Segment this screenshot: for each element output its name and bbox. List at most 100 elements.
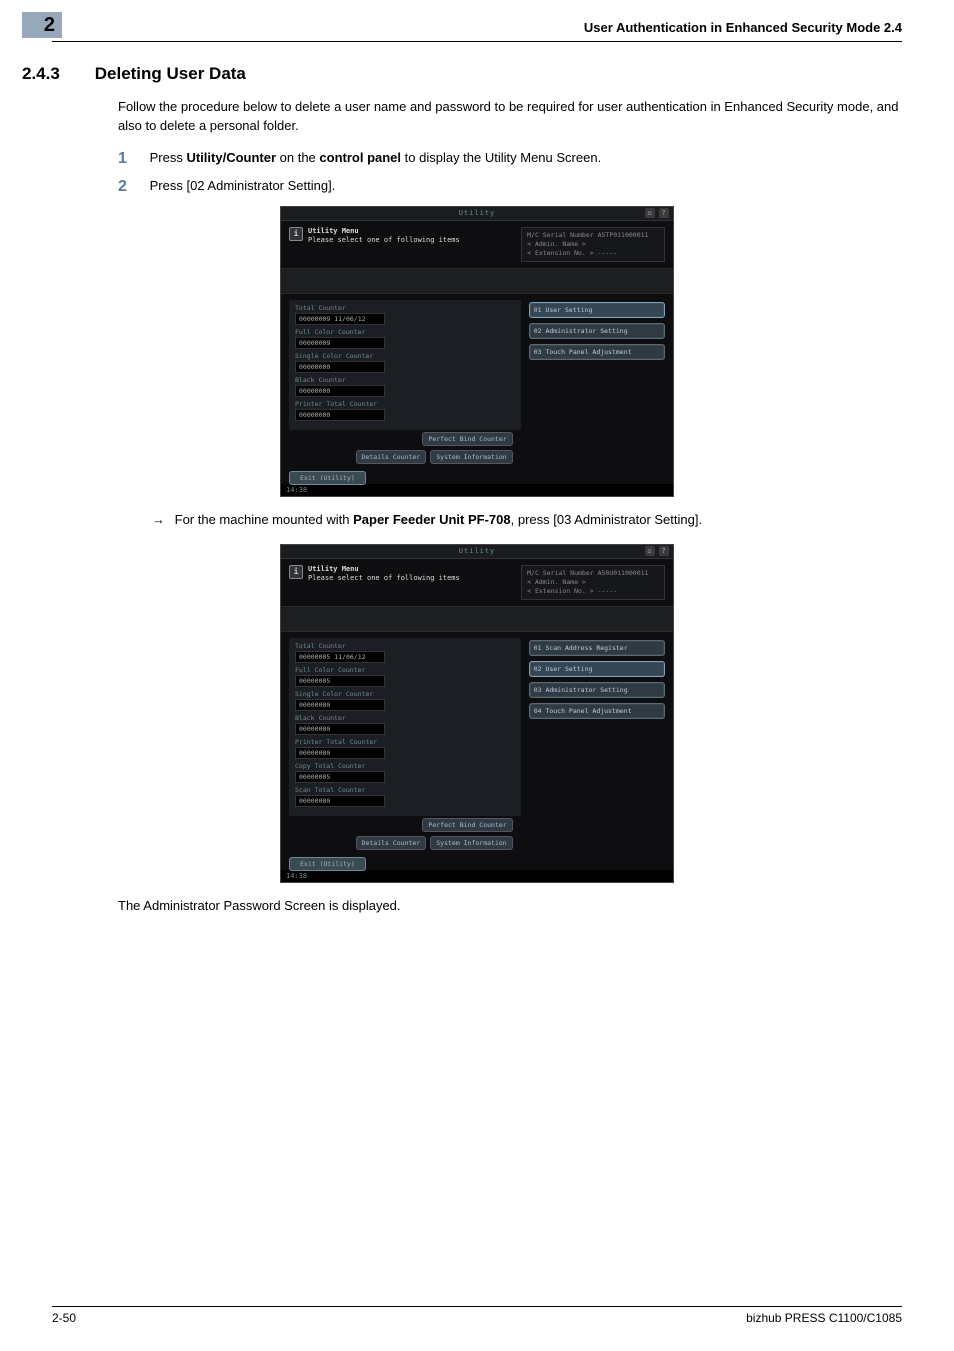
- step1-mid: on the: [276, 150, 319, 165]
- help-icon[interactable]: ⌂: [645, 546, 655, 556]
- exit-button[interactable]: Exit (Utility): [289, 857, 366, 871]
- counter-value: 00000000: [295, 723, 385, 735]
- step1-pre: Press: [150, 150, 187, 165]
- counter-value: 00000005: [295, 675, 385, 687]
- counter-item: Printer Total Counter 00000000: [295, 738, 515, 759]
- counter-label: Total Counter: [295, 642, 515, 650]
- counter-item: Full Color Counter 00000005: [295, 666, 515, 687]
- screen-head-line1: Utility Menu: [308, 227, 460, 236]
- counter-item: Printer Total Counter 00000000: [295, 400, 515, 421]
- step1-bold2: control panel: [319, 150, 401, 165]
- counter-value: 00000000: [295, 747, 385, 759]
- counter-value: 00000000: [295, 409, 385, 421]
- admin-name-line: < Admin. Name >: [527, 240, 659, 249]
- arrow-pre: For the machine mounted with: [175, 512, 353, 527]
- counter-panel: Total Counter 00000005 11/06/12 Full Col…: [289, 638, 521, 816]
- counter-value: 00000000: [295, 795, 385, 807]
- menu-button-panel: 01 User Setting 02 Administrator Setting 0…: [529, 300, 665, 466]
- menu-button[interactable]: 01 Scan Address Register: [529, 640, 665, 656]
- screen-titlebar: Utility ⌂ ?: [281, 545, 673, 559]
- counter-value: 00000005: [295, 771, 385, 783]
- counter-label: Black Counter: [295, 714, 515, 722]
- menu-button[interactable]: 02 Administrator Setting: [529, 323, 665, 339]
- screenshot-2: Utility ⌂ ? i Utility Menu Please select…: [52, 544, 902, 883]
- info-icon[interactable]: ?: [659, 208, 669, 218]
- chapter-number: 2: [22, 12, 62, 38]
- counter-value: 00000000: [295, 361, 385, 373]
- section-number: 2.4.3: [22, 64, 90, 84]
- screen-head-line1: Utility Menu: [308, 565, 460, 574]
- counter-label: Black Counter: [295, 376, 515, 384]
- counter-label: Copy Total Counter: [295, 762, 515, 770]
- arrow-note: → For the machine mounted with Paper Fee…: [152, 511, 902, 530]
- screen-title: Utility: [459, 209, 496, 217]
- exit-button[interactable]: Exit (Utility): [289, 471, 366, 485]
- screen-title: Utility: [459, 547, 496, 555]
- extension-line: < Extension No. > -----: [527, 249, 659, 258]
- counter-value: 00000005 11/06/12: [295, 651, 385, 663]
- perfect-bind-button[interactable]: Perfect Bind Counter: [422, 432, 512, 446]
- menu-button[interactable]: 03 Touch Panel Adjustment: [529, 344, 665, 360]
- step1-post: to display the Utility Menu Screen.: [401, 150, 601, 165]
- arrow-bold: Paper Feeder Unit PF-708: [353, 512, 511, 527]
- section-title: Deleting User Data: [95, 64, 246, 84]
- info-icon[interactable]: ?: [659, 546, 669, 556]
- screen-head-line2: Please select one of following items: [308, 574, 460, 583]
- details-counter-button[interactable]: Details Counter: [356, 450, 427, 464]
- serial-line: M/C Serial Number A50U011000011: [527, 569, 659, 578]
- admin-name-line: < Admin. Name >: [527, 578, 659, 587]
- counter-item: Full Color Counter 00000009: [295, 328, 515, 349]
- step-1: 1 Press Utility/Counter on the control p…: [118, 150, 902, 168]
- menu-button[interactable]: 03 Administrator Setting: [529, 682, 665, 698]
- screen-info-panel: M/C Serial Number A50U011000011 < Admin.…: [521, 565, 665, 600]
- counter-item: Total Counter 00000005 11/06/12: [295, 642, 515, 663]
- system-info-button[interactable]: System Information: [430, 450, 512, 464]
- counter-label: Single Color Counter: [295, 352, 515, 360]
- perfect-bind-button[interactable]: Perfect Bind Counter: [422, 818, 512, 832]
- counter-item: Black Counter 00000000: [295, 714, 515, 735]
- counter-label: Full Color Counter: [295, 666, 515, 674]
- screen-head-line2: Please select one of following items: [308, 236, 460, 245]
- counter-label: Scan Total Counter: [295, 786, 515, 794]
- section-heading: 2.4.3 Deleting User Data: [22, 64, 902, 84]
- counter-value: 00000000: [295, 385, 385, 397]
- counter-value: 00000000: [295, 699, 385, 711]
- system-info-button[interactable]: System Information: [430, 836, 512, 850]
- counter-label: Total Counter: [295, 304, 515, 312]
- screen-spacer: [281, 268, 673, 294]
- menu-button[interactable]: 02 User Setting: [529, 661, 665, 677]
- intro-paragraph: Follow the procedure below to delete a u…: [118, 98, 902, 136]
- result-paragraph: The Administrator Password Screen is dis…: [118, 897, 902, 916]
- counter-item: Scan Total Counter 00000000: [295, 786, 515, 807]
- step-2: 2 Press [02 Administrator Setting].: [118, 178, 902, 196]
- counter-label: Printer Total Counter: [295, 400, 515, 408]
- step-number: 1: [118, 150, 146, 168]
- step2-text: Press [02 Administrator Setting].: [150, 178, 336, 193]
- step1-bold1: Utility/Counter: [186, 150, 276, 165]
- counter-item: Copy Total Counter 00000005: [295, 762, 515, 783]
- extension-line: < Extension No. > -----: [527, 587, 659, 596]
- utility-screen: Utility ⌂ ? i Utility Menu Please select…: [280, 544, 674, 883]
- utility-screen: Utility ⌂ ? i Utility Menu Please select…: [280, 206, 674, 497]
- counter-item: Single Color Counter 00000000: [295, 352, 515, 373]
- menu-button[interactable]: 01 User Setting: [529, 302, 665, 318]
- header-right-text: User Authentication in Enhanced Security…: [584, 16, 902, 35]
- help-icon[interactable]: ⌂: [645, 208, 655, 218]
- counter-value: 00000009: [295, 337, 385, 349]
- footer-page-number: 2-50: [52, 1311, 76, 1325]
- menu-button-panel: 01 Scan Address Register 02 User Setting 0…: [529, 638, 665, 852]
- arrow-post: , press [03 Administrator Setting].: [511, 512, 702, 527]
- counter-label: Printer Total Counter: [295, 738, 515, 746]
- counter-item: Single Color Counter 00000000: [295, 690, 515, 711]
- counter-item: Black Counter 00000000: [295, 376, 515, 397]
- footer-product: bizhub PRESS C1100/C1085: [746, 1311, 902, 1325]
- menu-button[interactable]: 04 Touch Panel Adjustment: [529, 703, 665, 719]
- counter-item: Total Counter 00000009 11/06/12: [295, 304, 515, 325]
- screenshot-1: Utility ⌂ ? i Utility Menu Please select…: [52, 206, 902, 497]
- info-box-icon: i: [289, 565, 303, 579]
- page-footer: 2-50 bizhub PRESS C1100/C1085: [52, 1306, 902, 1325]
- details-counter-button[interactable]: Details Counter: [356, 836, 427, 850]
- arrow-icon: →: [152, 512, 165, 527]
- screen-time: 14:38: [281, 870, 673, 882]
- step-number: 2: [118, 178, 146, 196]
